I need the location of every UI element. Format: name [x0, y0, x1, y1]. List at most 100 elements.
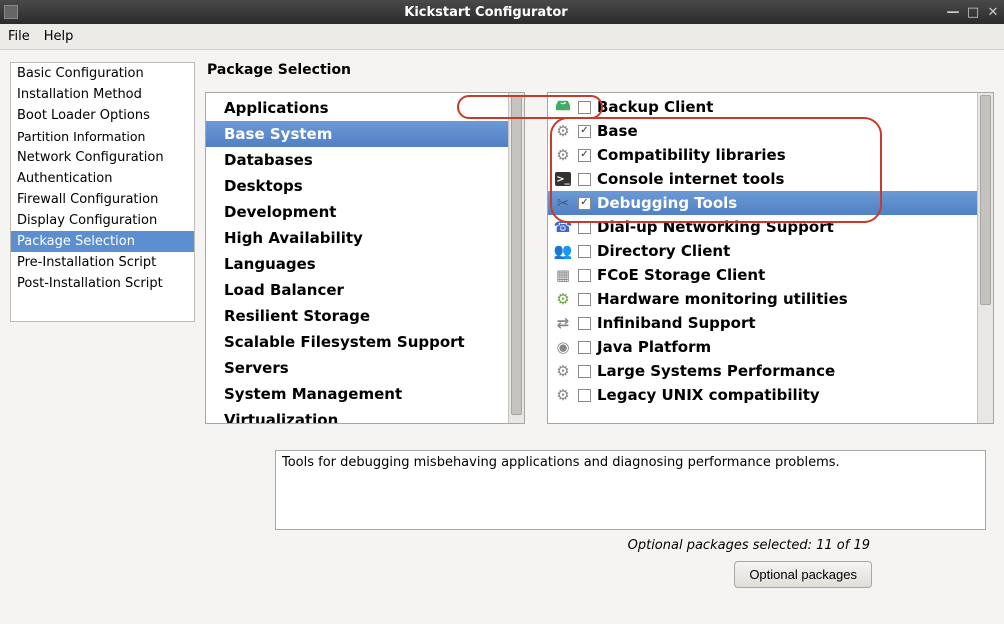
- category-item[interactable]: Load Balancer: [206, 277, 508, 303]
- package-label: Large Systems Performance: [597, 362, 835, 380]
- hardware-icon: ⚙: [554, 290, 572, 308]
- sidebar-item-boot-loader-options[interactable]: Boot Loader Options: [11, 105, 194, 126]
- package-checkbox[interactable]: [578, 269, 591, 282]
- category-item[interactable]: Languages: [206, 251, 508, 277]
- package-checkbox[interactable]: [578, 125, 591, 138]
- panels-row: Applications Base System Databases Deskt…: [205, 92, 994, 424]
- sidebar-item-basic-configuration[interactable]: Basic Configuration: [11, 63, 194, 84]
- gear-icon: ⚙: [554, 362, 572, 380]
- gear-icon: ⚙: [554, 122, 572, 140]
- menu-file[interactable]: File: [8, 29, 30, 44]
- menu-help[interactable]: Help: [44, 29, 74, 44]
- package-checkbox[interactable]: [578, 173, 591, 186]
- network-icon: ⇄: [554, 314, 572, 332]
- gear-icon: ⚙: [554, 146, 572, 164]
- maximize-button[interactable]: □: [966, 5, 980, 20]
- package-item[interactable]: ⇄ Infiniband Support: [548, 311, 977, 335]
- package-label: Backup Client: [597, 98, 713, 116]
- package-label: Infiniband Support: [597, 314, 756, 332]
- package-label: Dial-up Networking Support: [597, 218, 834, 236]
- category-item[interactable]: Desktops: [206, 173, 508, 199]
- package-label: Legacy UNIX compatibility: [597, 386, 820, 404]
- box-icon: ▦: [554, 266, 572, 284]
- category-list[interactable]: Applications Base System Databases Deskt…: [206, 93, 508, 423]
- sidebar-item-pre-installation-script[interactable]: Pre-Installation Script: [11, 252, 194, 273]
- package-checkbox[interactable]: [578, 245, 591, 258]
- package-item[interactable]: ⚙ Hardware monitoring utilities: [548, 287, 977, 311]
- category-listbox: Applications Base System Databases Deskt…: [205, 92, 525, 424]
- disc-icon: ◉: [554, 338, 572, 356]
- category-item[interactable]: Base System: [206, 121, 508, 147]
- optional-packages-button[interactable]: Optional packages: [734, 561, 872, 588]
- package-checkbox[interactable]: [578, 389, 591, 402]
- package-item[interactable]: 👥Directory Client: [548, 239, 977, 263]
- sidebar-item-authentication[interactable]: Authentication: [11, 168, 194, 189]
- footer: Optional packages selected: 11 of 19 Opt…: [205, 538, 994, 588]
- package-list[interactable]: 🖴Backup Client ⚙ Base ⚙ Compatibility librar…: [548, 93, 977, 423]
- sidebar-item-network-configuration[interactable]: Network Configuration: [11, 147, 194, 168]
- package-label: FCoE Storage Client: [597, 266, 765, 284]
- content-area: Basic Configuration Installation Method …: [0, 50, 1004, 624]
- package-item[interactable]: >_ Console internet tools: [548, 167, 977, 191]
- package-label: Debugging Tools: [597, 194, 737, 212]
- titlebar: Kickstart Configurator — □ ✕: [0, 0, 1004, 24]
- package-checkbox[interactable]: [578, 101, 591, 114]
- category-item[interactable]: Applications: [206, 95, 508, 121]
- category-item[interactable]: Servers: [206, 355, 508, 381]
- package-checkbox[interactable]: [578, 221, 591, 234]
- category-item[interactable]: Resilient Storage: [206, 303, 508, 329]
- terminal-icon: >_: [554, 170, 572, 188]
- package-listbox: 🖴Backup Client ⚙ Base ⚙ Compatibility librar…: [547, 92, 994, 424]
- app-icon: [4, 5, 18, 19]
- package-item[interactable]: ▦ FCoE Storage Client: [548, 263, 977, 287]
- page-title: Package Selection: [205, 62, 994, 78]
- package-item[interactable]: ◉ Java Platform: [548, 335, 977, 359]
- package-label: Hardware monitoring utilities: [597, 290, 848, 308]
- package-label: Base: [597, 122, 638, 140]
- minimize-button[interactable]: —: [946, 5, 960, 20]
- category-item[interactable]: Scalable Filesystem Support: [206, 329, 508, 355]
- sidebar-item-partition-information[interactable]: Partition Information: [11, 126, 194, 147]
- sidebar-item-post-installation-script[interactable]: Post-Installation Script: [11, 273, 194, 294]
- package-item[interactable]: 🖴Backup Client: [548, 95, 977, 119]
- users-icon: 👥: [554, 242, 572, 260]
- optional-packages-status: Optional packages selected: 11 of 19: [205, 538, 980, 553]
- description-box: Tools for debugging misbehaving applicat…: [275, 450, 986, 530]
- package-label: Console internet tools: [597, 170, 784, 188]
- package-checkbox[interactable]: [578, 149, 591, 162]
- package-item[interactable]: ⚙ Compatibility libraries: [548, 143, 977, 167]
- sidebar-item-installation-method[interactable]: Installation Method: [11, 84, 194, 105]
- sidebar-item-firewall-configuration[interactable]: Firewall Configuration: [11, 189, 194, 210]
- window-title: Kickstart Configurator: [26, 5, 946, 20]
- sidebar: Basic Configuration Installation Method …: [10, 62, 195, 322]
- phone-icon: ☎: [554, 218, 572, 236]
- sidebar-item-package-selection[interactable]: Package Selection: [11, 231, 194, 252]
- category-item[interactable]: System Management: [206, 381, 508, 407]
- package-checkbox[interactable]: [578, 293, 591, 306]
- scroll-thumb[interactable]: [980, 95, 991, 305]
- package-checkbox[interactable]: [578, 197, 591, 210]
- category-item[interactable]: Virtualization: [206, 407, 508, 423]
- package-label: Compatibility libraries: [597, 146, 786, 164]
- package-item[interactable]: ☎ Dial-up Networking Support: [548, 215, 977, 239]
- sidebar-item-display-configuration[interactable]: Display Configuration: [11, 210, 194, 231]
- menubar: File Help: [0, 24, 1004, 50]
- package-item[interactable]: ⚙ Base: [548, 119, 977, 143]
- package-item[interactable]: ⚙ Large Systems Performance: [548, 359, 977, 383]
- scroll-thumb[interactable]: [511, 95, 522, 415]
- package-checkbox[interactable]: [578, 365, 591, 378]
- package-scrollbar[interactable]: [977, 93, 993, 423]
- category-item[interactable]: High Availability: [206, 225, 508, 251]
- window-controls: — □ ✕: [946, 5, 1000, 20]
- close-button[interactable]: ✕: [986, 5, 1000, 20]
- tools-icon: ✂: [554, 194, 572, 212]
- category-scrollbar[interactable]: [508, 93, 524, 423]
- package-checkbox[interactable]: [578, 317, 591, 330]
- category-item[interactable]: Databases: [206, 147, 508, 173]
- package-label: Java Platform: [597, 338, 711, 356]
- package-item[interactable]: ✂ Debugging Tools: [548, 191, 977, 215]
- package-item[interactable]: ⚙Legacy UNIX compatibility: [548, 383, 977, 407]
- main-panel: Package Selection Applications Base Syst…: [205, 62, 994, 616]
- package-checkbox[interactable]: [578, 341, 591, 354]
- category-item[interactable]: Development: [206, 199, 508, 225]
